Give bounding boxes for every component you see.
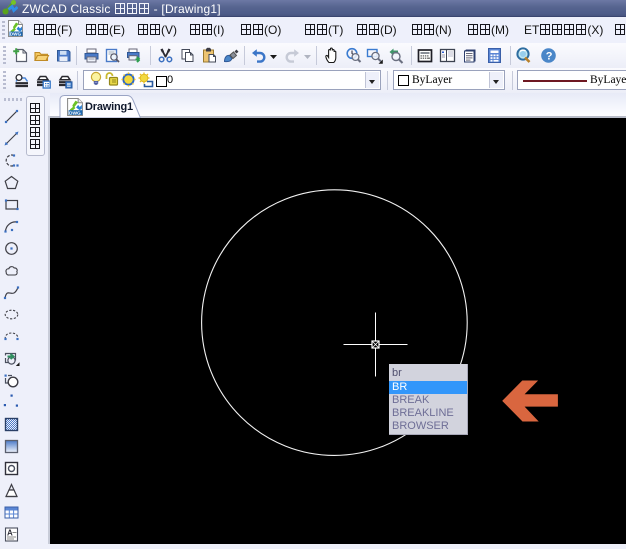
svg-text:DWG: DWG <box>10 32 22 37</box>
svg-text:?: ? <box>545 51 552 63</box>
svg-text:DWG: DWG <box>69 111 81 116</box>
svg-text:A: A <box>7 529 13 538</box>
